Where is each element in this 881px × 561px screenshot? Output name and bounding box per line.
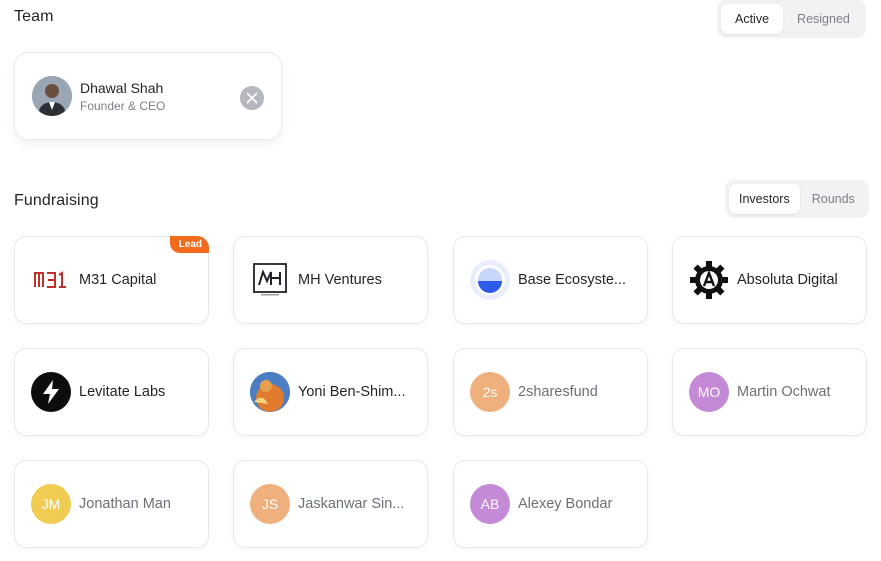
team-status-toggle: Active Resigned [717, 0, 866, 38]
investor-card[interactable]: AB Alexey Bondar [453, 460, 648, 548]
investor-card[interactable]: MH Ventures [233, 236, 428, 324]
investor-card[interactable]: JM Jonathan Man [14, 460, 209, 548]
initials-avatar: 2s [470, 372, 510, 412]
investor-card[interactable]: Absoluta Digital [672, 236, 867, 324]
tab-resigned[interactable]: Resigned [785, 4, 862, 34]
lead-badge: Lead [169, 236, 209, 253]
investor-card[interactable]: JS Jaskanwar Sin... [233, 460, 428, 548]
investor-card[interactable]: Yoni Ben-Shim... [233, 348, 428, 436]
m31-logo-icon [31, 260, 71, 300]
tab-investors[interactable]: Investors [729, 184, 800, 214]
member-role: Founder & CEO [80, 98, 166, 113]
initials-avatar: AB [470, 484, 510, 524]
team-member-card[interactable]: Dhawal Shah Founder & CEO [14, 52, 282, 140]
investor-card[interactable]: MO Martin Ochwat [672, 348, 867, 436]
investor-card[interactable]: 2s 2sharesfund [453, 348, 648, 436]
tab-active[interactable]: Active [721, 4, 784, 34]
investor-name: Jaskanwar Sin... [298, 496, 405, 512]
investor-name: Base Ecosyste... [518, 272, 626, 288]
investor-name: Martin Ochwat [737, 384, 831, 400]
member-avatar [32, 76, 72, 116]
investor-name: Yoni Ben-Shim... [298, 384, 406, 400]
fundraising-title: Fundraising [14, 192, 99, 209]
base-logo-icon [470, 260, 510, 300]
investor-name: Levitate Labs [79, 384, 166, 400]
initials-avatar: JM [31, 484, 71, 524]
gear-logo-icon [689, 260, 729, 300]
tab-rounds[interactable]: Rounds [802, 184, 865, 214]
initials-avatar: MO [689, 372, 729, 412]
fundraising-view-toggle: Investors Rounds [725, 180, 869, 218]
investor-name: Jonathan Man [79, 496, 171, 512]
investor-name: 2sharesfund [518, 384, 598, 400]
investor-card[interactable]: Base Ecosyste... [453, 236, 648, 324]
investor-card[interactable]: Levitate Labs [14, 348, 209, 436]
team-title: Team [14, 8, 54, 25]
bolt-logo-icon [31, 372, 71, 412]
investor-name: Alexey Bondar [518, 496, 613, 512]
x-icon[interactable] [240, 86, 264, 110]
initials-avatar: JS [250, 484, 290, 524]
photo-avatar-icon [250, 372, 290, 412]
mh-logo-icon [250, 260, 290, 300]
investor-name: MH Ventures [298, 272, 382, 288]
investor-card[interactable]: M31 Capital Lead [14, 236, 209, 324]
member-name: Dhawal Shah [80, 79, 164, 96]
investor-name: M31 Capital [79, 272, 157, 288]
investor-name: Absoluta Digital [737, 272, 838, 288]
